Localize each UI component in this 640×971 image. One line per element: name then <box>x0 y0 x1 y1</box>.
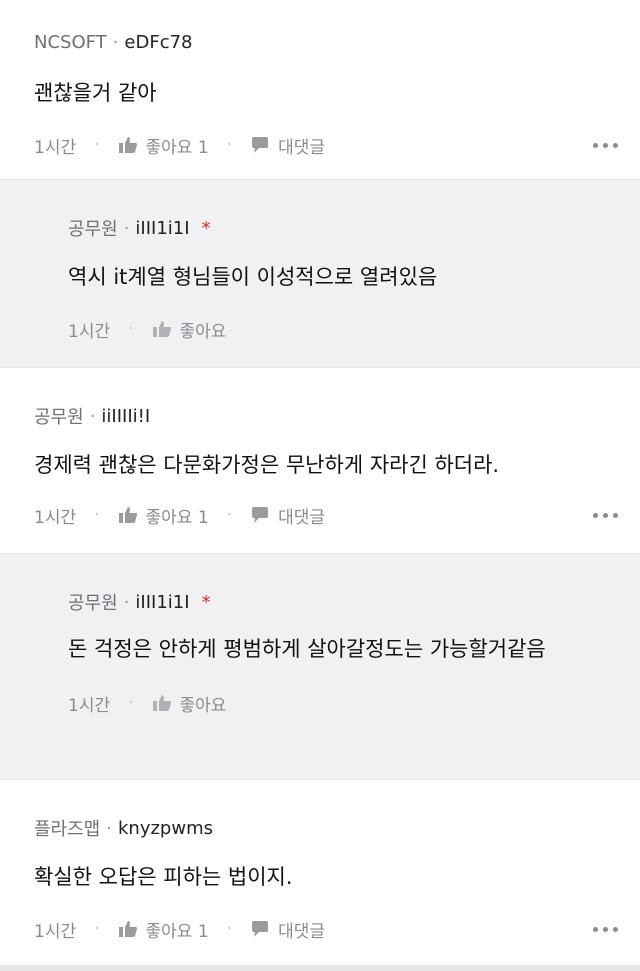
like-label: 좋아요 1 <box>145 137 209 158</box>
comment-text: 역시 it계열 형님들이 이성적으로 열려있음 <box>68 265 438 289</box>
reply-item: 공무원 · iIII1i1I * 역시 it계열 형님들이 이성적으로 열려있음… <box>0 180 640 368</box>
comment-item: 플라즈맵 · knyzpwms 확실한 오답은 피하는 법이지. 1시간 · 좋… <box>0 780 640 971</box>
action-separator: · <box>94 505 100 525</box>
speech-bubble-icon <box>252 921 269 937</box>
comment-text: 괜찮을거 같아 <box>34 81 157 105</box>
action-separator: · <box>226 135 233 155</box>
comment-author[interactable]: 공무원 <box>68 215 118 241</box>
author-star-badge: * <box>201 591 211 613</box>
like-button[interactable]: 좋아요 1 <box>118 503 209 528</box>
comment-meta: 공무원 · iIII1i1I * <box>68 214 620 242</box>
like-button[interactable]: 좋아요 <box>152 691 227 716</box>
comment-time: 1시간 <box>34 137 77 158</box>
like-label: 좋아요 1 <box>145 921 209 942</box>
reply-button[interactable]: 대댓글 <box>250 503 325 528</box>
meta-separator: · <box>89 405 96 427</box>
meta-separator: · <box>123 217 130 239</box>
comment-user-id: knyzpwms <box>117 817 213 839</box>
meta-separator: · <box>106 817 112 839</box>
action-separator: · <box>226 505 233 525</box>
reply-label: 대댓글 <box>278 507 325 528</box>
comment-actions: 1시간 · 좋아요 1 · 대댓글 <box>34 500 620 530</box>
comment-item: NCSOFT · eDFc78 괜찮을거 같아 1시간 · 좋아요 1 · 대댓… <box>0 0 640 180</box>
comment-author[interactable]: 공무원 <box>34 403 84 429</box>
comment-author[interactable]: 플라즈맵 <box>34 815 100 841</box>
speech-bubble-icon <box>252 137 269 153</box>
thumbs-up-icon <box>118 137 137 153</box>
like-label: 좋아요 <box>179 321 227 342</box>
like-button[interactable]: 좋아요 <box>152 317 227 342</box>
comment-item: 공무원 · iiIIIIi!I 경제력 괜찮은 다문화가정은 무난하게 자라긴 … <box>0 368 640 554</box>
comment-text: 확실한 오답은 피하는 법이지. <box>34 865 293 889</box>
reply-button[interactable]: 대댓글 <box>250 917 325 942</box>
comment-actions: 1시간 · 좋아요 <box>68 314 620 344</box>
action-separator: · <box>94 919 100 939</box>
action-separator: · <box>128 693 134 713</box>
like-button[interactable]: 좋아요 1 <box>118 917 209 942</box>
comment-author[interactable]: NCSOFT <box>34 32 107 53</box>
comment-actions: 1시간 · 좋아요 1 · 대댓글 <box>34 130 620 160</box>
comment-text: 경제력 괜찮은 다문화가정은 무난하게 자라긴 하더라. <box>34 453 500 477</box>
reply-label: 대댓글 <box>278 137 325 158</box>
comment-user-id: iIII1i1I <box>135 591 190 613</box>
comment-meta: 플라즈맵 · knyzpwms <box>34 814 620 842</box>
thumbs-up-icon <box>152 321 171 337</box>
meta-separator: · <box>112 31 119 53</box>
like-label: 좋아요 1 <box>145 507 209 528</box>
thumbs-up-icon <box>118 921 137 937</box>
comment-actions: 1시간 · 좋아요 <box>68 688 620 718</box>
action-separator: · <box>94 135 100 155</box>
comment-time: 1시간 <box>68 695 111 716</box>
comment-time: 1시간 <box>68 321 111 342</box>
action-separator: · <box>128 319 134 339</box>
comment-meta: 공무원 · iiIIIIi!I <box>34 402 620 430</box>
reply-button[interactable]: 대댓글 <box>250 133 325 158</box>
more-dots-icon[interactable] <box>593 512 618 518</box>
more-dots-icon[interactable] <box>593 142 618 148</box>
comment-text: 돈 걱정은 안하게 평범하게 살아갈정도는 가능할거같음 <box>68 637 546 661</box>
speech-bubble-icon <box>252 507 269 523</box>
reply-item: 공무원 · iIII1i1I * 돈 걱정은 안하게 평범하게 살아갈정도는 가… <box>0 554 640 780</box>
comment-meta: 공무원 · iIII1i1I * <box>68 588 620 616</box>
reply-label: 대댓글 <box>278 921 325 942</box>
comment-user-id: iiIIIIi!I <box>101 405 151 427</box>
thumbs-up-icon <box>118 507 137 523</box>
comment-author[interactable]: 공무원 <box>68 589 118 615</box>
comment-meta: NCSOFT · eDFc78 <box>34 28 620 56</box>
comment-actions: 1시간 · 좋아요 1 · 대댓글 <box>34 914 620 944</box>
like-button[interactable]: 좋아요 1 <box>118 133 209 158</box>
comment-time: 1시간 <box>34 507 77 528</box>
author-star-badge: * <box>201 217 211 239</box>
comment-user-id: iIII1i1I <box>135 217 190 239</box>
like-label: 좋아요 <box>179 695 227 716</box>
more-dots-icon[interactable] <box>593 926 618 932</box>
comment-user-id: eDFc78 <box>124 31 193 53</box>
meta-separator: · <box>123 591 130 613</box>
action-separator: · <box>226 919 233 939</box>
thumbs-up-icon <box>152 695 171 711</box>
comment-time: 1시간 <box>34 921 77 942</box>
